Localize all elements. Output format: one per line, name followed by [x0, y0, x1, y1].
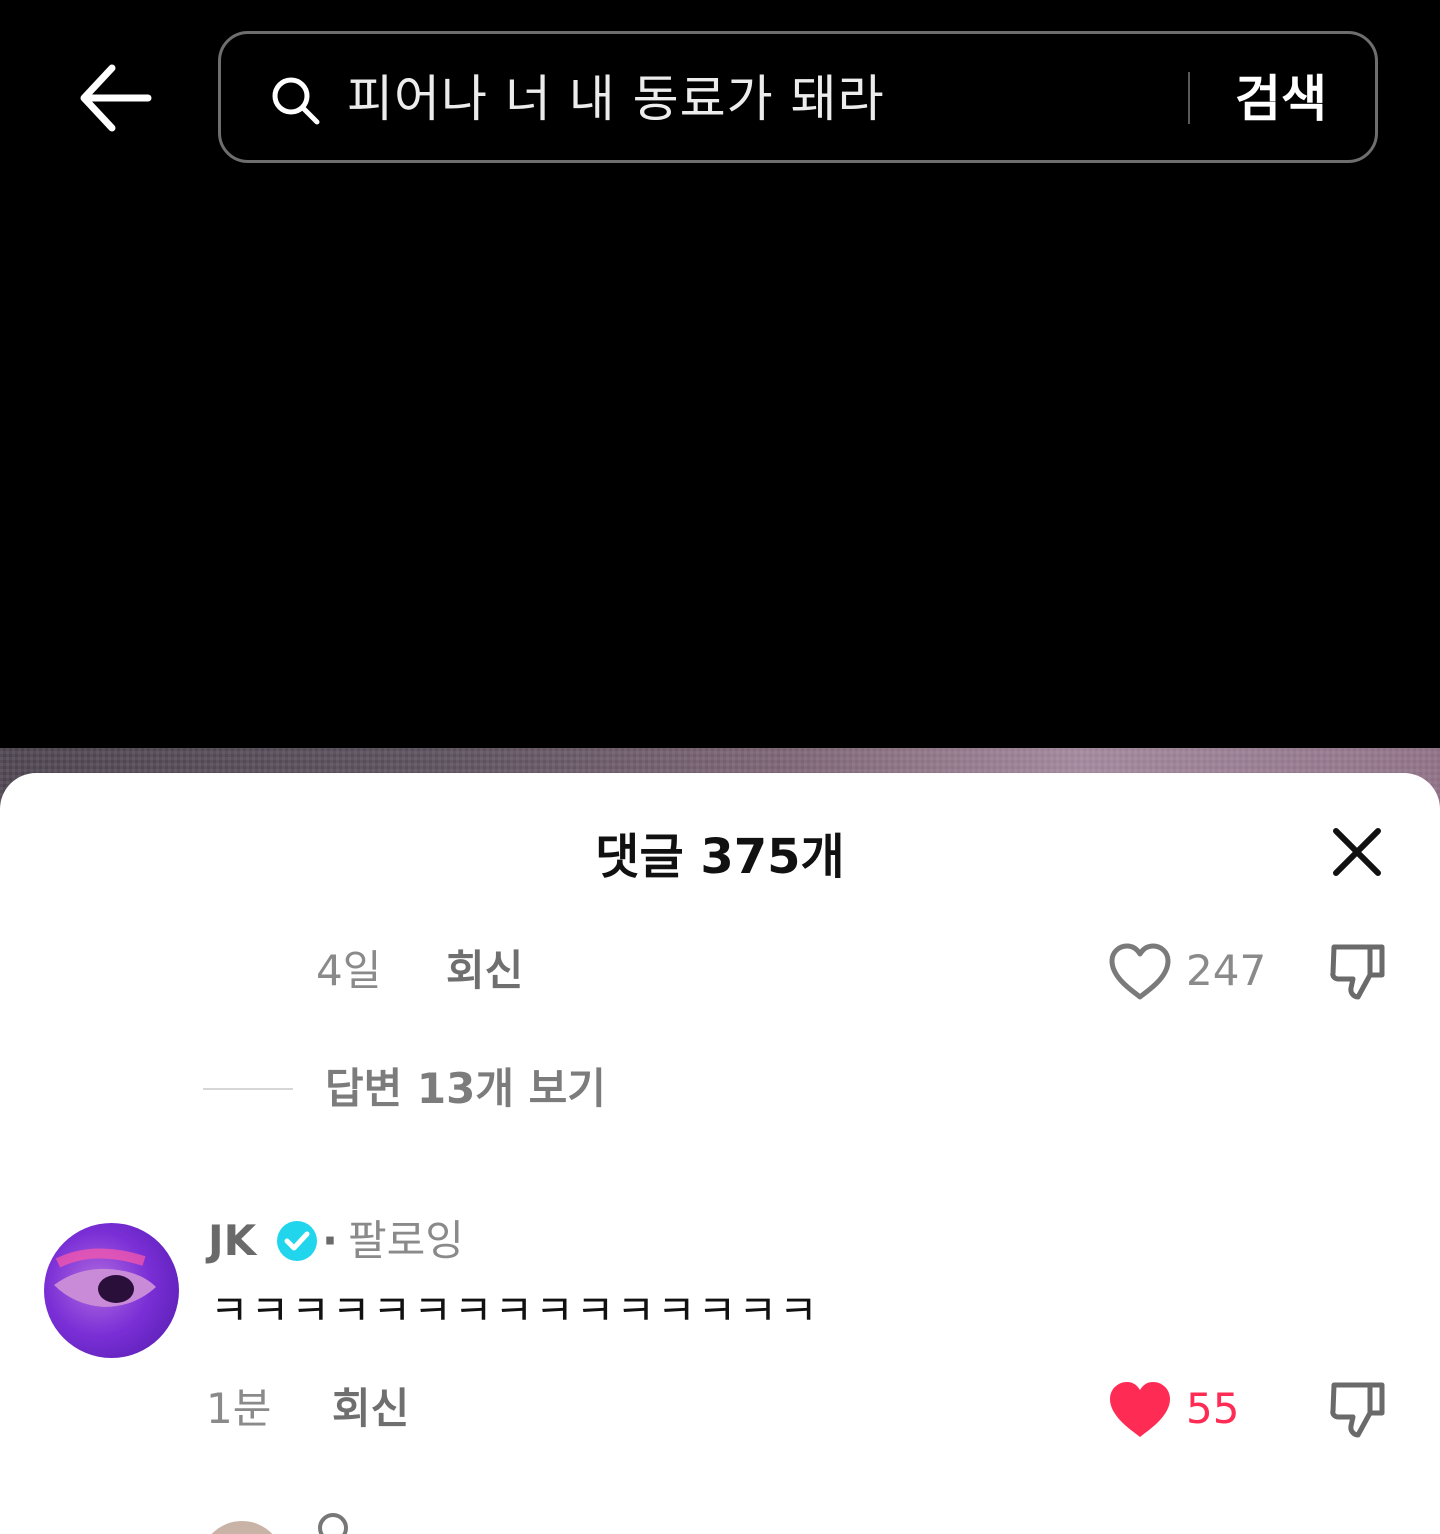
comment-text: ㅋㅋㅋㅋㅋㅋㅋㅋㅋㅋㅋㅋㅋㅋㅋ	[210, 1286, 820, 1335]
thumbs-down-icon[interactable]	[1328, 941, 1388, 1003]
search-submit-button[interactable]: 검색	[1235, 66, 1327, 132]
verified-badge-icon	[277, 1221, 317, 1261]
like-count: 55	[1186, 1384, 1240, 1433]
reply-button[interactable]: 회신	[446, 943, 523, 999]
video-player[interactable]	[0, 165, 1440, 750]
replies-divider	[203, 1088, 293, 1090]
comment-time: 4일	[316, 946, 382, 995]
next-comment-avatar[interactable]	[200, 1521, 284, 1534]
heart-icon	[1109, 943, 1171, 1000]
thumbs-down-icon[interactable]	[1328, 1379, 1388, 1441]
search-divider	[1188, 72, 1190, 124]
reply-button[interactable]: 회신	[332, 1381, 409, 1437]
heart-filled-icon	[1110, 1382, 1170, 1437]
avatar[interactable]	[44, 1223, 179, 1358]
search-query[interactable]: 피어나 너 내 동료가 돼라	[347, 66, 885, 132]
separator-dot: ·	[322, 1216, 338, 1265]
arrow-left-icon	[80, 64, 152, 132]
comment-time: 1분	[206, 1384, 272, 1433]
comment-username[interactable]: JK	[208, 1213, 256, 1269]
back-button[interactable]	[72, 58, 156, 138]
like-count: 247	[1186, 946, 1267, 995]
search-icon	[272, 77, 320, 125]
next-comment-username-partial	[318, 1513, 348, 1534]
comments-sheet: 댓글 375개 4일 회신 247 답변 13개 보기 JK · 팔로잉 ㅋㅋㅋ…	[0, 773, 1440, 1534]
view-replies-button[interactable]: 답변 13개 보기	[325, 1061, 606, 1117]
comments-title: 댓글 375개	[595, 829, 845, 885]
close-button[interactable]	[1330, 825, 1384, 879]
search-bar[interactable]: 피어나 너 내 동료가 돼라 검색	[218, 31, 1378, 163]
follow-status[interactable]: 팔로잉	[348, 1213, 464, 1269]
close-icon	[1333, 828, 1381, 876]
